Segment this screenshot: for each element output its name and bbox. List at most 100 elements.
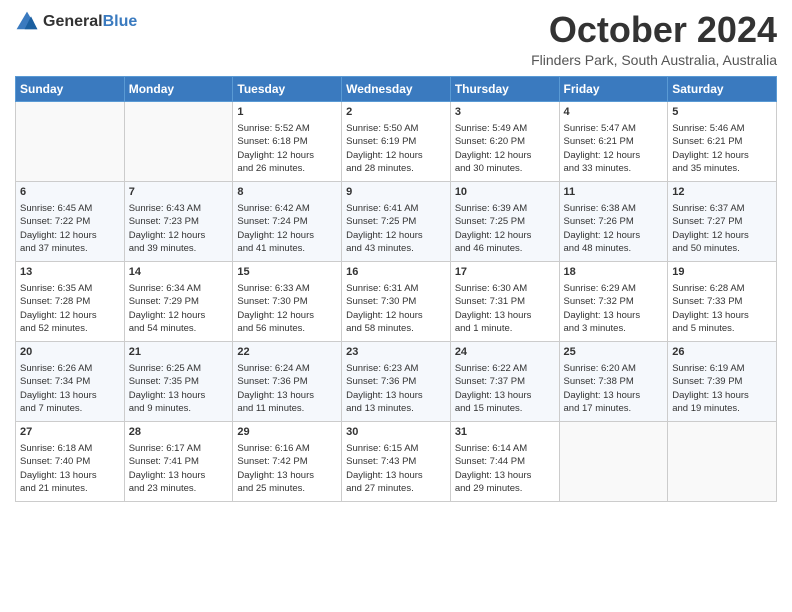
day-content-line: Sunrise: 6:42 AM	[237, 202, 337, 215]
day-content-line: and 29 minutes.	[455, 482, 555, 495]
col-tuesday: Tuesday	[233, 76, 342, 101]
table-row: 18Sunrise: 6:29 AMSunset: 7:32 PMDayligh…	[559, 261, 668, 341]
table-row: 20Sunrise: 6:26 AMSunset: 7:34 PMDayligh…	[16, 341, 125, 421]
day-content-line: and 46 minutes.	[455, 242, 555, 255]
day-content-line: Sunrise: 5:50 AM	[346, 122, 446, 135]
day-number: 15	[237, 265, 337, 280]
day-content-line: Sunrise: 5:47 AM	[564, 122, 664, 135]
day-content-line: and 25 minutes.	[237, 482, 337, 495]
day-content-line: and 21 minutes.	[20, 482, 120, 495]
day-content-line: Daylight: 12 hours	[237, 229, 337, 242]
logo-blue: Blue	[103, 13, 138, 30]
day-content-line: and 43 minutes.	[346, 242, 446, 255]
table-row: 27Sunrise: 6:18 AMSunset: 7:40 PMDayligh…	[16, 421, 125, 501]
day-content-line: Sunrise: 5:52 AM	[237, 122, 337, 135]
day-number: 13	[20, 265, 120, 280]
day-content-line: and 27 minutes.	[346, 482, 446, 495]
table-row: 16Sunrise: 6:31 AMSunset: 7:30 PMDayligh…	[342, 261, 451, 341]
day-content-line: Daylight: 13 hours	[346, 389, 446, 402]
day-content-line: Sunset: 7:44 PM	[455, 455, 555, 468]
title-block: October 2024 Flinders Park, South Austra…	[531, 10, 777, 68]
day-number: 22	[237, 345, 337, 360]
day-content-line: Daylight: 13 hours	[455, 469, 555, 482]
col-sunday: Sunday	[16, 76, 125, 101]
table-row: 13Sunrise: 6:35 AMSunset: 7:28 PMDayligh…	[16, 261, 125, 341]
table-row: 19Sunrise: 6:28 AMSunset: 7:33 PMDayligh…	[668, 261, 777, 341]
day-content-line: Sunset: 7:37 PM	[455, 375, 555, 388]
table-row: 3Sunrise: 5:49 AMSunset: 6:20 PMDaylight…	[450, 101, 559, 181]
day-content-line: and 28 minutes.	[346, 162, 446, 175]
day-content-line: Daylight: 12 hours	[346, 309, 446, 322]
day-content-line: Sunrise: 6:31 AM	[346, 282, 446, 295]
table-row: 7Sunrise: 6:43 AMSunset: 7:23 PMDaylight…	[124, 181, 233, 261]
day-content-line: and 15 minutes.	[455, 402, 555, 415]
table-row: 4Sunrise: 5:47 AMSunset: 6:21 PMDaylight…	[559, 101, 668, 181]
table-row: 31Sunrise: 6:14 AMSunset: 7:44 PMDayligh…	[450, 421, 559, 501]
logo: GeneralBlue	[15, 10, 137, 34]
day-content-line: Daylight: 12 hours	[20, 309, 120, 322]
day-number: 14	[129, 265, 229, 280]
day-number: 29	[237, 425, 337, 440]
day-content-line: Sunset: 7:40 PM	[20, 455, 120, 468]
day-number: 30	[346, 425, 446, 440]
day-content-line: Daylight: 13 hours	[672, 309, 772, 322]
day-content-line: Daylight: 12 hours	[237, 149, 337, 162]
day-content-line: Sunrise: 6:28 AM	[672, 282, 772, 295]
day-content-line: Sunrise: 5:46 AM	[672, 122, 772, 135]
day-content-line: Sunrise: 6:24 AM	[237, 362, 337, 375]
day-content-line: Daylight: 12 hours	[346, 149, 446, 162]
day-content-line: Sunrise: 6:14 AM	[455, 442, 555, 455]
day-content-line: Daylight: 12 hours	[129, 309, 229, 322]
table-row	[124, 101, 233, 181]
day-content-line: Sunset: 7:30 PM	[346, 295, 446, 308]
day-content-line: Sunset: 6:19 PM	[346, 135, 446, 148]
table-row: 1Sunrise: 5:52 AMSunset: 6:18 PMDaylight…	[233, 101, 342, 181]
calendar-week-row: 20Sunrise: 6:26 AMSunset: 7:34 PMDayligh…	[16, 341, 777, 421]
day-content-line: and 30 minutes.	[455, 162, 555, 175]
day-content-line: Sunrise: 6:37 AM	[672, 202, 772, 215]
day-content-line: and 37 minutes.	[20, 242, 120, 255]
day-number: 17	[455, 265, 555, 280]
day-content-line: Sunset: 7:31 PM	[455, 295, 555, 308]
day-content-line: Sunset: 7:32 PM	[564, 295, 664, 308]
day-content-line: Daylight: 13 hours	[237, 389, 337, 402]
day-content-line: Daylight: 13 hours	[20, 389, 120, 402]
day-content-line: Sunrise: 6:38 AM	[564, 202, 664, 215]
table-row: 17Sunrise: 6:30 AMSunset: 7:31 PMDayligh…	[450, 261, 559, 341]
day-content-line: Sunrise: 5:49 AM	[455, 122, 555, 135]
logo-general: General	[43, 13, 103, 30]
day-number: 21	[129, 345, 229, 360]
day-content-line: and 19 minutes.	[672, 402, 772, 415]
table-row	[668, 421, 777, 501]
table-row: 6Sunrise: 6:45 AMSunset: 7:22 PMDaylight…	[16, 181, 125, 261]
day-content-line: Daylight: 12 hours	[455, 229, 555, 242]
table-row: 9Sunrise: 6:41 AMSunset: 7:25 PMDaylight…	[342, 181, 451, 261]
table-row: 26Sunrise: 6:19 AMSunset: 7:39 PMDayligh…	[668, 341, 777, 421]
table-row: 24Sunrise: 6:22 AMSunset: 7:37 PMDayligh…	[450, 341, 559, 421]
day-content-line: Daylight: 13 hours	[20, 469, 120, 482]
day-number: 4	[564, 105, 664, 120]
calendar-week-row: 6Sunrise: 6:45 AMSunset: 7:22 PMDaylight…	[16, 181, 777, 261]
day-content-line: and 58 minutes.	[346, 322, 446, 335]
table-row	[16, 101, 125, 181]
day-content-line: Daylight: 13 hours	[564, 309, 664, 322]
table-row: 12Sunrise: 6:37 AMSunset: 7:27 PMDayligh…	[668, 181, 777, 261]
day-content-line: Sunset: 7:36 PM	[346, 375, 446, 388]
day-content-line: Daylight: 12 hours	[129, 229, 229, 242]
day-content-line: and 7 minutes.	[20, 402, 120, 415]
day-content-line: and 23 minutes.	[129, 482, 229, 495]
table-row: 2Sunrise: 5:50 AMSunset: 6:19 PMDaylight…	[342, 101, 451, 181]
day-number: 5	[672, 105, 772, 120]
day-content-line: Sunset: 7:27 PM	[672, 215, 772, 228]
day-content-line: and 52 minutes.	[20, 322, 120, 335]
day-content-line: Sunrise: 6:25 AM	[129, 362, 229, 375]
day-content-line: Sunrise: 6:35 AM	[20, 282, 120, 295]
day-content-line: Sunrise: 6:34 AM	[129, 282, 229, 295]
calendar-week-row: 27Sunrise: 6:18 AMSunset: 7:40 PMDayligh…	[16, 421, 777, 501]
day-content-line: Daylight: 12 hours	[237, 309, 337, 322]
table-row: 23Sunrise: 6:23 AMSunset: 7:36 PMDayligh…	[342, 341, 451, 421]
col-monday: Monday	[124, 76, 233, 101]
table-row: 28Sunrise: 6:17 AMSunset: 7:41 PMDayligh…	[124, 421, 233, 501]
day-content-line: Sunset: 7:34 PM	[20, 375, 120, 388]
day-content-line: and 1 minute.	[455, 322, 555, 335]
